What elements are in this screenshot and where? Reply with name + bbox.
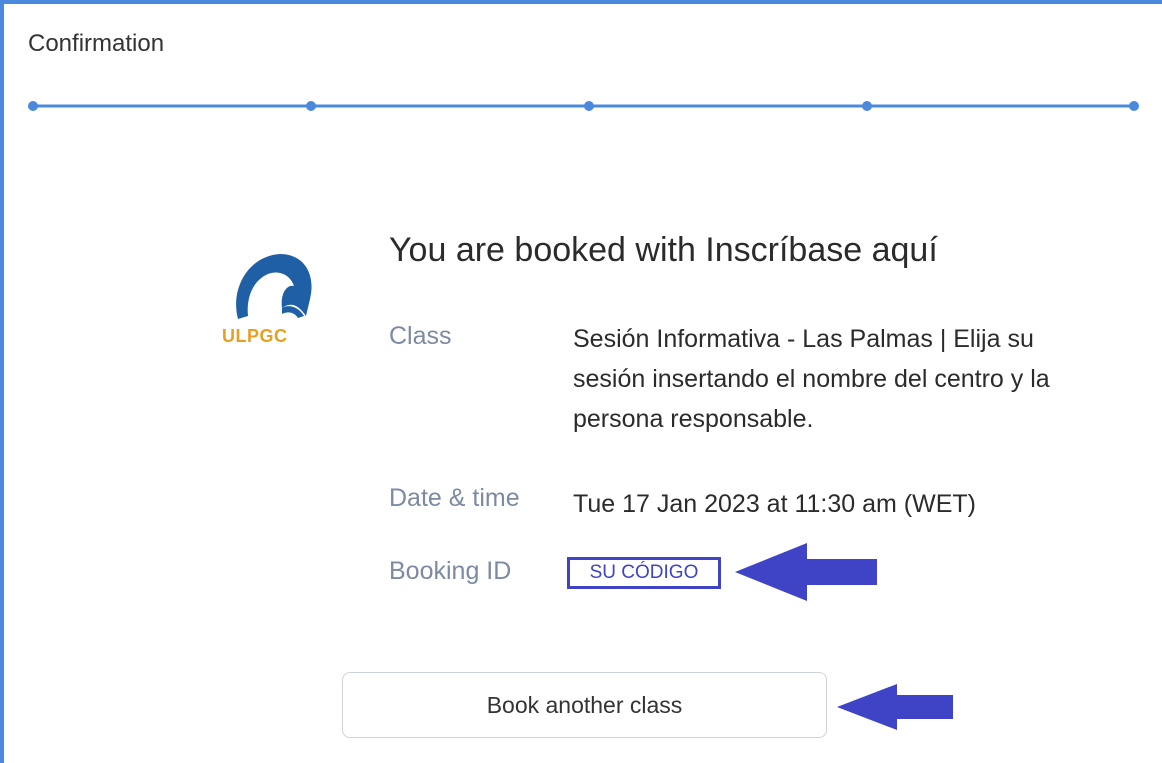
left-arrow-icon [837, 684, 953, 730]
booking-id-value: SU CÓDIGO [567, 557, 721, 589]
date-time-label: Date & time [389, 484, 520, 512]
booking-title: You are booked with Inscríbase aquí [389, 231, 938, 269]
book-another-class-button[interactable]: Book another class [342, 672, 827, 738]
page-title: Confirmation [28, 30, 165, 57]
class-label: Class [389, 322, 452, 350]
booking-id-label: Booking ID [389, 557, 512, 585]
left-arrow-icon [735, 543, 877, 601]
date-time-value: Tue 17 Jan 2023 at 11:30 am (WET) [573, 490, 976, 518]
ulpgc-logo-text: ULPGC [222, 326, 288, 346]
class-value: Sesión Informativa - Las Palmas | Elija … [573, 325, 1050, 433]
